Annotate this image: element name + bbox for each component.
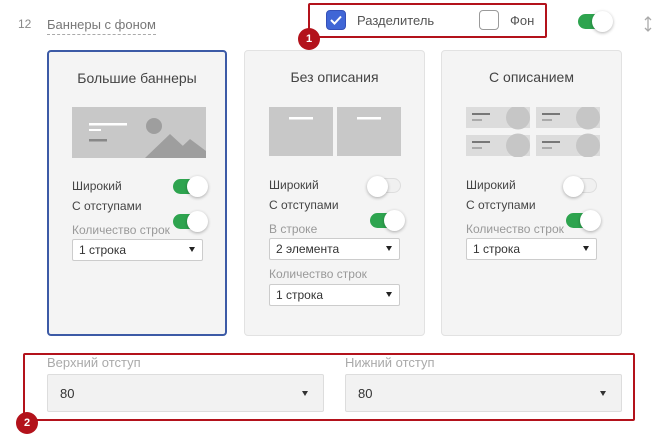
dropdown-arrow-icon	[386, 246, 392, 251]
card-title: Большие баннеры	[77, 70, 197, 86]
rows-count-select[interactable]: 1 строка	[466, 238, 597, 260]
padding-label: С отступами	[466, 198, 536, 212]
rows-count-select[interactable]: 1 строка	[72, 239, 203, 261]
background-checkbox[interactable]	[479, 10, 499, 30]
wide-label: Широкий	[269, 178, 319, 192]
rows-count-value: 1 строка	[79, 243, 127, 257]
top-spacing-select[interactable]: 80	[47, 374, 324, 412]
separator-checkbox-label: Разделитель	[357, 13, 435, 28]
padding-label: С отступами	[72, 199, 142, 213]
background-checkbox-label: Фон	[510, 13, 535, 28]
top-spacing-label: Верхний отступ	[47, 355, 141, 370]
described-banner-preview	[466, 105, 600, 158]
rows-count-label: Количество строк	[72, 223, 170, 237]
separator-checkbox[interactable]	[326, 10, 346, 30]
dropdown-arrow-icon	[600, 391, 606, 396]
wide-toggle[interactable]	[173, 176, 208, 197]
card-no-description[interactable]: Без описания Широкий С отступами В строк…	[244, 50, 425, 336]
per-row-value: 2 элемента	[276, 242, 340, 256]
per-row-label: В строке	[269, 222, 318, 236]
padding-label: С отступами	[269, 198, 339, 212]
dropdown-arrow-icon	[386, 292, 392, 297]
rows-count-select[interactable]: 1 строка	[269, 284, 400, 306]
card-with-description[interactable]: С описанием Широкий С отступами Количест…	[441, 50, 622, 336]
card-big-banners[interactable]: Большие баннеры Широкий С отступами Коли…	[47, 50, 227, 336]
bottom-spacing-label: Нижний отступ	[345, 355, 435, 370]
wide-toggle[interactable]	[563, 176, 597, 197]
wide-toggle[interactable]	[367, 176, 401, 197]
bottom-spacing-select[interactable]: 80	[345, 374, 622, 412]
big-banner-preview	[72, 107, 206, 158]
checkmark-icon	[330, 15, 342, 25]
highlight-badge-2: 2	[16, 412, 38, 434]
highlight-badge-1: 1	[298, 28, 320, 50]
rows-count-label: Количество строк	[466, 222, 564, 236]
padding-toggle[interactable]	[566, 210, 601, 231]
rows-count-value: 1 строка	[473, 242, 521, 256]
card-title: Без описания	[290, 69, 379, 85]
dropdown-arrow-icon	[189, 247, 195, 252]
rows-count-label: Количество строк	[269, 267, 367, 281]
dropdown-arrow-icon	[302, 391, 308, 396]
top-spacing-value: 80	[60, 385, 75, 401]
padding-toggle[interactable]	[173, 211, 208, 232]
half-banner-preview-right	[337, 107, 401, 156]
bottom-spacing-value: 80	[358, 385, 373, 401]
row-number: 12	[18, 17, 32, 31]
card-title: С описанием	[489, 69, 574, 85]
wide-label: Широкий	[72, 179, 122, 193]
dropdown-arrow-icon	[583, 246, 589, 251]
half-banner-preview-left	[269, 107, 333, 156]
per-row-select[interactable]: 2 элемента	[269, 238, 400, 260]
section-visibility-toggle[interactable]	[578, 11, 613, 32]
wide-label: Широкий	[466, 178, 516, 192]
drag-handle-icon[interactable]	[644, 16, 652, 37]
rows-count-value: 1 строка	[276, 288, 324, 302]
padding-toggle[interactable]	[370, 210, 405, 231]
section-title-link[interactable]: Баннеры с фоном	[47, 17, 156, 35]
